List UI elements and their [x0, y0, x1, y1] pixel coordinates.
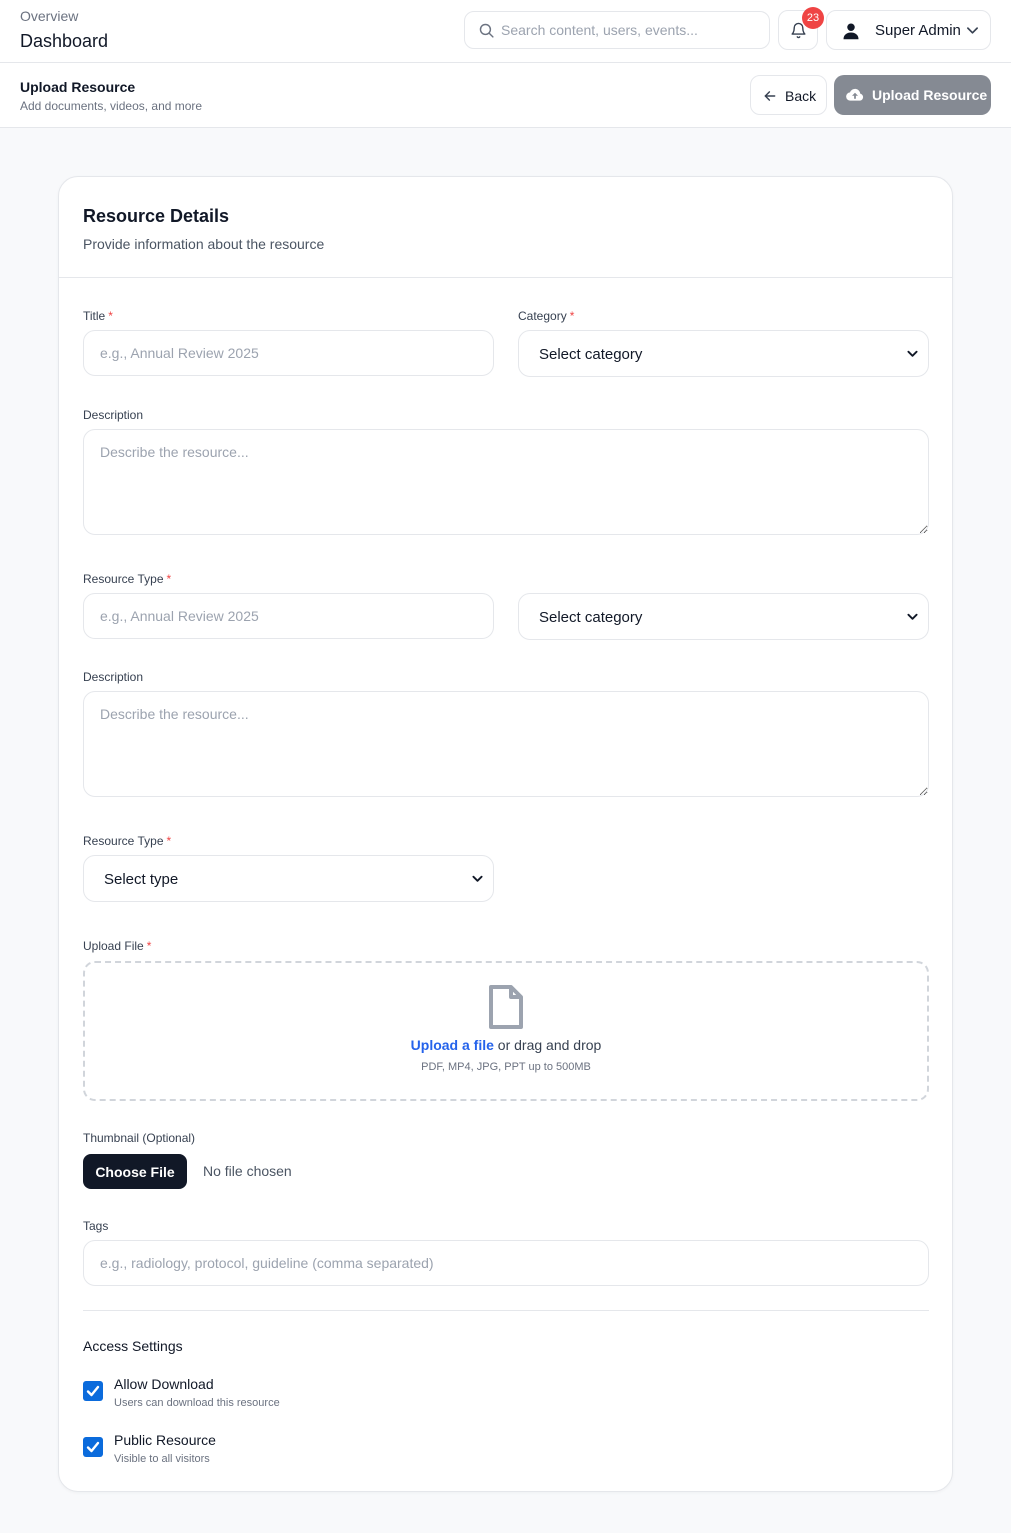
file-icon	[489, 985, 523, 1029]
card-title: Resource Details	[83, 206, 230, 226]
user-name: Super Admin	[875, 22, 961, 39]
resource-type-label-2: Resource Type *	[83, 834, 172, 848]
access-settings-title: Access Settings	[83, 1338, 183, 1354]
public-resource-label[interactable]: Public Resource	[114, 1432, 216, 1448]
top-bar: Overview Dashboard 23 Super Admin	[0, 0, 1011, 63]
page-title: Dashboard	[20, 31, 109, 51]
resource-type-input[interactable]	[83, 593, 494, 639]
thumbnail-label: Thumbnail (Optional)	[83, 1131, 196, 1145]
card-subtitle: Provide information about the resource	[83, 236, 325, 252]
title-input[interactable]	[83, 330, 494, 376]
upload-instructions: Upload a file or drag and drop	[410, 1037, 602, 1053]
chevron-down-icon	[472, 875, 483, 882]
choose-file-button[interactable]: Choose File	[83, 1154, 187, 1189]
breadcrumb[interactable]: Overview	[20, 8, 78, 24]
section-heading: Upload Resource	[20, 79, 136, 95]
category-select[interactable]: Select category	[518, 330, 929, 377]
upload-resource-button[interactable]: Upload Resource	[834, 75, 991, 115]
user-icon	[843, 23, 859, 40]
tags-label: Tags	[83, 1219, 109, 1233]
description-label-2: Description	[83, 670, 144, 684]
description-label: Description	[83, 408, 144, 422]
search-input[interactable]	[501, 20, 761, 40]
category-select-value: Select category	[539, 346, 643, 363]
public-resource-checkbox[interactable]	[83, 1437, 103, 1457]
upload-file-link[interactable]: Upload a file	[411, 1037, 494, 1053]
cloud-upload-icon	[846, 88, 864, 101]
chevron-down-icon	[907, 350, 918, 357]
search-box[interactable]	[464, 11, 770, 49]
upload-file-label: Upload File *	[83, 939, 152, 953]
no-file-text: No file chosen	[203, 1163, 292, 1179]
tags-input[interactable]	[83, 1240, 929, 1286]
check-icon	[86, 1385, 100, 1397]
allow-download-description: Users can download this resource	[114, 1397, 280, 1409]
upload-hint: PDF, MP4, JPG, PPT up to 500MB	[421, 1061, 591, 1073]
upload-resource-label: Upload Resource	[872, 87, 988, 103]
back-button-label: Back	[785, 88, 817, 104]
card-divider	[59, 277, 952, 278]
back-button[interactable]: Back	[750, 75, 827, 115]
chevron-down-icon	[907, 613, 918, 620]
category-select-2[interactable]: Select category	[518, 593, 929, 640]
resource-type-label: Resource Type *	[83, 572, 172, 586]
user-menu-button[interactable]: Super Admin	[826, 10, 991, 50]
chevron-down-icon	[967, 27, 978, 34]
resource-type-select-value: Select type	[104, 871, 179, 888]
search-icon	[479, 23, 494, 38]
notification-badge: 23	[802, 7, 824, 29]
section-description: Add documents, videos, and more	[20, 99, 203, 113]
allow-download-label[interactable]: Allow Download	[114, 1376, 214, 1392]
file-dropzone[interactable]: Upload a file or drag and drop PDF, MP4,…	[83, 961, 929, 1101]
public-resource-description: Visible to all visitors	[114, 1453, 210, 1465]
notifications-button[interactable]: 23	[778, 7, 824, 50]
allow-download-checkbox[interactable]	[83, 1381, 103, 1401]
arrow-left-icon	[764, 91, 776, 101]
description-textarea[interactable]	[83, 429, 929, 535]
resource-type-select[interactable]: Select type	[83, 855, 494, 902]
category-select-2-value: Select category	[539, 609, 643, 626]
resource-details-card: Resource Details Provide information abo…	[58, 176, 953, 1492]
page-header: Upload Resource Add documents, videos, a…	[0, 63, 1011, 128]
title-label: Title *	[83, 309, 113, 323]
category-label: Category *	[518, 309, 575, 323]
section-divider	[83, 1310, 929, 1311]
check-icon	[86, 1441, 100, 1453]
description-textarea-2[interactable]	[83, 691, 929, 797]
